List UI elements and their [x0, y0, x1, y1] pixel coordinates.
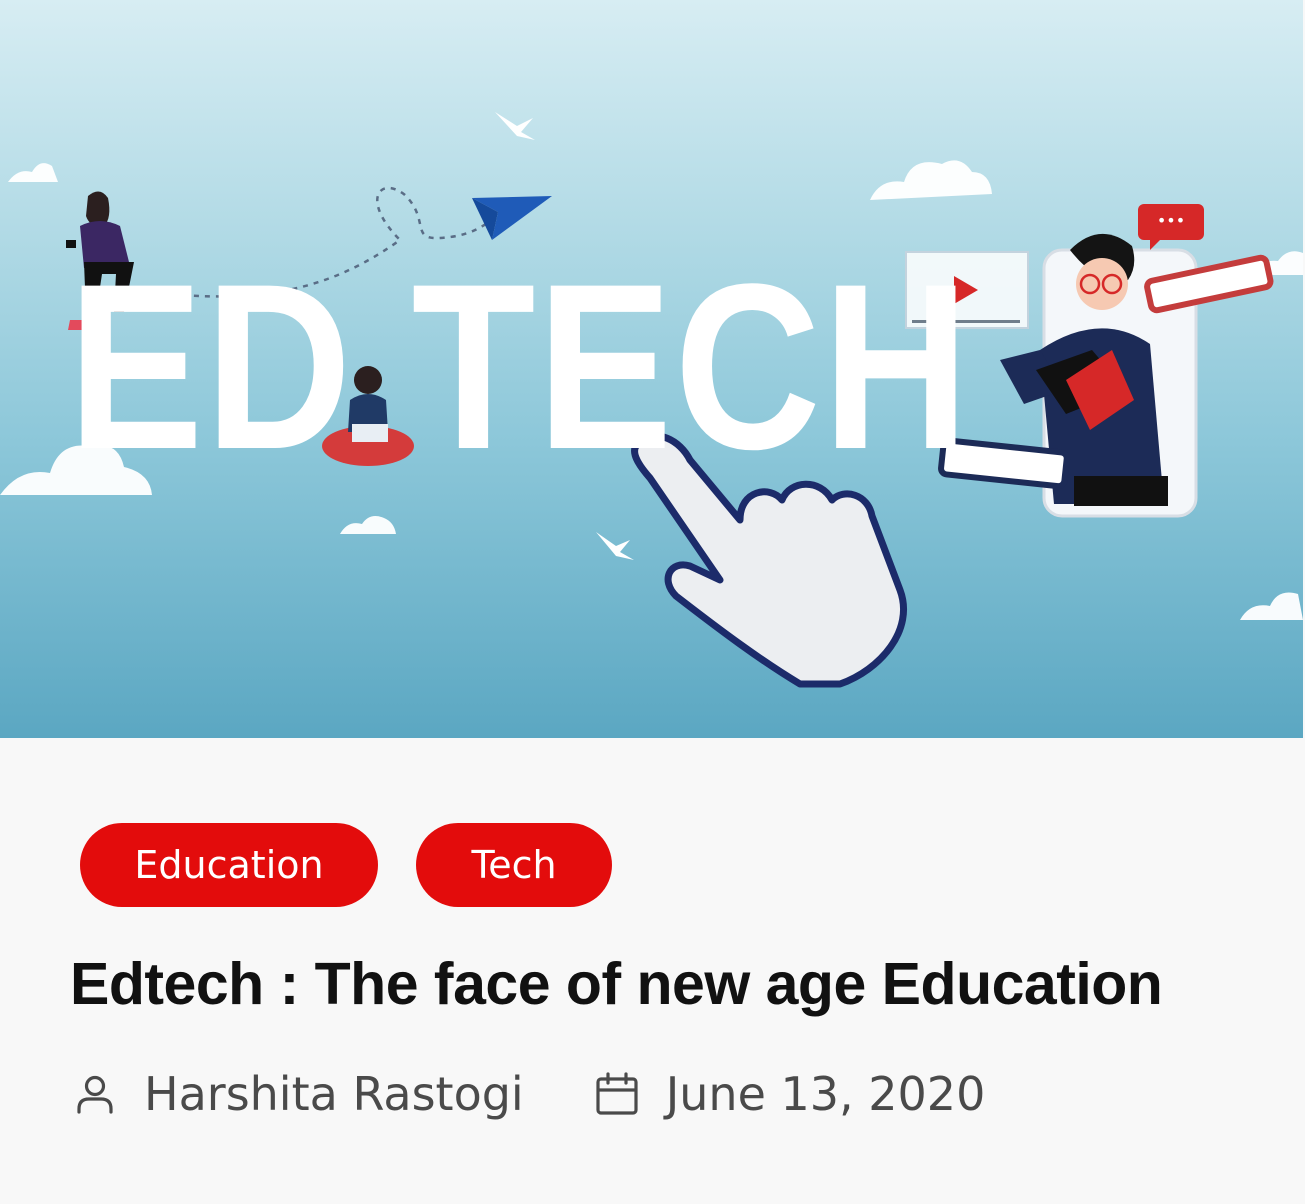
cloud	[1240, 592, 1303, 620]
category-tags: Education Tech	[80, 823, 612, 907]
hero-word: ED TECH	[68, 235, 971, 499]
bird	[495, 112, 535, 140]
post-title[interactable]: Edtech : The face of new age Education	[70, 950, 1163, 1018]
svg-text:•••: •••	[1157, 211, 1185, 230]
post-card[interactable]: ••• ED TECH Education Tech Edtech: The …	[0, 0, 1305, 1204]
post-author[interactable]: Harshita Rastogi	[144, 1067, 524, 1121]
featured-image[interactable]: ••• ED TECH	[0, 0, 1303, 738]
cloud	[340, 516, 396, 534]
post-date: June 13, 2020	[665, 1067, 986, 1121]
tag-tech[interactable]: Tech	[416, 823, 612, 907]
cloud	[870, 160, 992, 200]
calendar-icon	[594, 1071, 640, 1117]
chat-bubble: •••	[1138, 204, 1204, 250]
user-icon	[72, 1071, 118, 1117]
tag-education[interactable]: Education	[80, 823, 378, 907]
post-meta: Harshita Rastogi June 13, 2020	[72, 1064, 985, 1124]
bird	[596, 532, 634, 560]
cloud	[8, 163, 58, 182]
